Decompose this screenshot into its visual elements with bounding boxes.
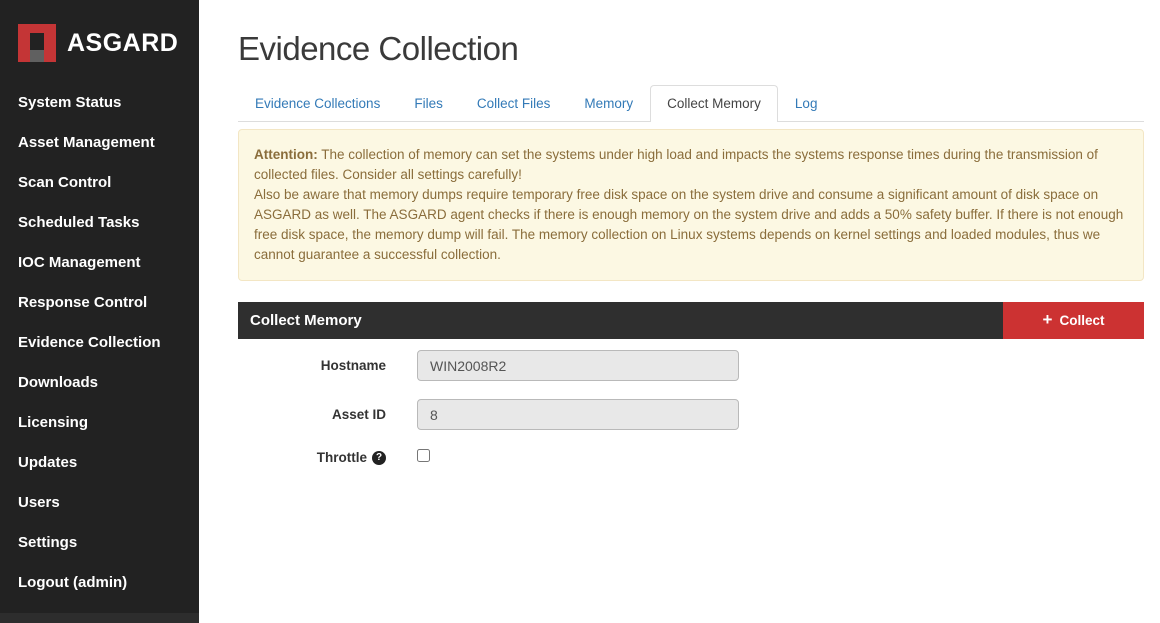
- hostname-row: Hostname: [238, 350, 1144, 381]
- logo-tower-top: [30, 33, 44, 50]
- sidebar-item-evidence-collection[interactable]: Evidence Collection: [0, 322, 199, 362]
- sidebar-item-system-status[interactable]: System Status: [0, 82, 199, 122]
- sidebar-item-licensing[interactable]: Licensing: [0, 402, 199, 442]
- brand-name: ASGARD: [67, 28, 179, 57]
- throttle-label: Throttle ?: [238, 448, 386, 465]
- tab-files[interactable]: Files: [397, 85, 460, 122]
- sidebar-item-response-control[interactable]: Response Control: [0, 282, 199, 322]
- hostname-label: Hostname: [320, 358, 386, 373]
- tab-log[interactable]: Log: [778, 85, 835, 122]
- sidebar-item-users[interactable]: Users: [0, 482, 199, 522]
- help-icon[interactable]: ?: [372, 450, 386, 465]
- alert-text-2: Also be aware that memory dumps require …: [254, 187, 1124, 262]
- page-title: Evidence Collection: [238, 30, 519, 67]
- sidebar-item-settings[interactable]: Settings: [0, 522, 199, 562]
- tab-collect-memory[interactable]: Collect Memory: [650, 85, 778, 122]
- asset-id-row: Asset ID: [238, 399, 1144, 430]
- asgard-logo[interactable]: ASGARD: [0, 0, 199, 62]
- tab-bar: Evidence Collections Files Collect Files…: [238, 85, 1144, 122]
- sidebar-item-updates[interactable]: Updates: [0, 442, 199, 482]
- collect-memory-form: Hostname Asset ID Throttle ?: [238, 350, 1144, 479]
- logo-tower-bottom: [30, 50, 44, 62]
- sidebar: ASGARD System Status Asset Management Sc…: [0, 0, 199, 623]
- throttle-row: Throttle ?: [238, 448, 1144, 479]
- sidebar-item-ioc-management[interactable]: IOC Management: [0, 242, 199, 282]
- collect-button[interactable]: + Collect: [1003, 302, 1144, 339]
- tab-collect-files[interactable]: Collect Files: [460, 85, 568, 122]
- tab-memory[interactable]: Memory: [567, 85, 650, 122]
- asgard-logo-icon: [18, 24, 56, 62]
- throttle-checkbox[interactable]: [417, 449, 430, 462]
- panel-title: Collect Memory: [250, 312, 362, 329]
- sidebar-item-asset-management[interactable]: Asset Management: [0, 122, 199, 162]
- asset-id-field[interactable]: [417, 399, 739, 430]
- sidebar-item-scheduled-tasks[interactable]: Scheduled Tasks: [0, 202, 199, 242]
- throttle-checkbox-cell: [417, 448, 739, 467]
- hostname-field[interactable]: [417, 350, 739, 381]
- plus-icon: +: [1042, 310, 1053, 329]
- main-content: Evidence Collection Evidence Collections…: [199, 0, 1160, 479]
- panel-header: Collect Memory + Collect: [238, 302, 1144, 339]
- asset-id-label: Asset ID: [331, 407, 386, 422]
- sidebar-item-downloads[interactable]: Downloads: [0, 362, 199, 402]
- tab-evidence-collections[interactable]: Evidence Collections: [238, 85, 397, 122]
- sidebar-nav: System Status Asset Management Scan Cont…: [0, 82, 199, 602]
- collect-button-label: Collect: [1059, 313, 1105, 328]
- sidebar-footer: [0, 613, 199, 623]
- alert-text-1: The collection of memory can set the sys…: [254, 147, 1098, 182]
- throttle-label-text: Throttle: [316, 450, 367, 465]
- attention-alert: Attention: The collection of memory can …: [238, 129, 1144, 281]
- sidebar-item-logout[interactable]: Logout (admin): [0, 562, 199, 602]
- sidebar-item-scan-control[interactable]: Scan Control: [0, 162, 199, 202]
- alert-prefix: Attention:: [254, 147, 318, 162]
